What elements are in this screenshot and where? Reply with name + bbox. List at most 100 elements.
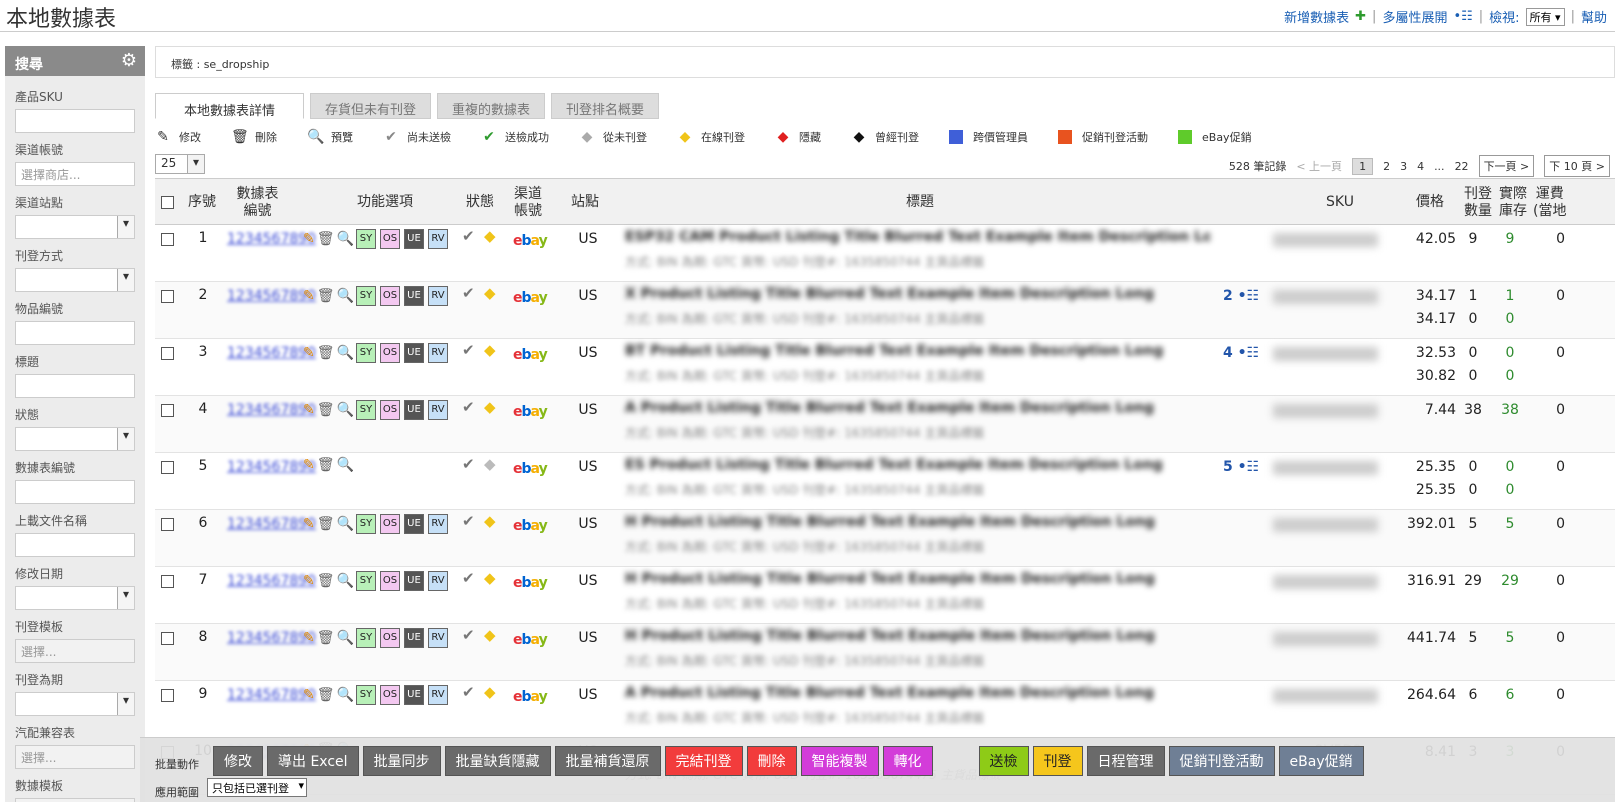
trash-icon[interactable]: 🗑 (317, 402, 335, 418)
sheet-number-link[interactable]: 1234567890 (227, 288, 316, 304)
trash-icon[interactable]: 🗑 (317, 457, 335, 473)
row-checkbox[interactable] (161, 575, 174, 588)
next-10-pages-button[interactable]: 下 10 頁 > (1544, 155, 1610, 177)
page-3[interactable]: 3 (1400, 160, 1407, 173)
magnifier-icon[interactable]: 🔍 (337, 516, 354, 532)
promo-listing-button[interactable]: 促銷刊登活動 (1168, 746, 1275, 776)
field-input[interactable]: 選擇... (15, 798, 135, 802)
trash-icon[interactable]: 🗑 (317, 687, 335, 703)
col-channel[interactable]: 渠道 帳號 (508, 179, 548, 226)
sy-button[interactable]: SY (355, 628, 376, 648)
table-row[interactable]: 2 1234567890 ✎ 🗑 🔍 SY OS UE RV ✔ ◆ ebay US X Pr… (155, 282, 1615, 339)
ue-button[interactable]: UE (403, 343, 424, 363)
os-button[interactable]: OS (379, 343, 400, 363)
os-button[interactable]: OS (379, 571, 400, 591)
batch-oos-hide-button[interactable]: 批量缺貨隱藏 (444, 746, 551, 776)
pencil-icon[interactable]: ✎ (303, 288, 315, 304)
next-page-button[interactable]: 下一頁 > (1478, 155, 1535, 177)
smart-copy-button[interactable]: 智能複製 (800, 746, 879, 776)
batch-restock-button[interactable]: 批量補貨還原 (554, 746, 661, 776)
tab-in-stock-unlisted[interactable]: 存貨但未有刊登 (310, 93, 432, 119)
pencil-icon[interactable]: ✎ (303, 457, 315, 473)
pencil-icon[interactable]: ✎ (303, 630, 315, 646)
magnifier-icon[interactable]: 🔍 (337, 288, 354, 304)
field-input[interactable] (15, 692, 135, 716)
table-row[interactable]: 7 1234567890 ✎ 🗑 🔍 SY OS UE RV ✔ ◆ ebay US H Pr… (155, 567, 1615, 624)
select-all-checkbox[interactable] (160, 196, 174, 209)
os-button[interactable]: OS (379, 229, 400, 249)
os-button[interactable]: OS (379, 628, 400, 648)
export-excel-button[interactable]: 導出 Excel (267, 746, 359, 776)
magnifier-icon[interactable]: 🔍 (337, 345, 354, 361)
page-22[interactable]: 22 (1455, 160, 1469, 173)
field-input[interactable] (15, 533, 135, 557)
multi-expand-link[interactable]: 多屬性展開 (1382, 7, 1447, 26)
batch-sync-button[interactable]: 批量同步 (362, 746, 441, 776)
col-price[interactable]: 價格 (1400, 179, 1460, 226)
magnifier-icon[interactable]: 🔍 (337, 231, 354, 247)
row-checkbox[interactable] (161, 632, 174, 645)
tab-details[interactable]: 本地數據表詳情 (155, 93, 305, 119)
ue-button[interactable]: UE (403, 229, 424, 249)
trash-icon[interactable]: 🗑 (317, 516, 335, 532)
per-page-select[interactable]: 25 (155, 154, 205, 174)
rv-button[interactable]: RV (427, 514, 448, 534)
rv-button[interactable]: RV (427, 400, 448, 420)
field-input[interactable]: 選擇商店... (15, 162, 135, 186)
ue-button[interactable]: UE (403, 571, 424, 591)
table-row[interactable]: 8 1234567890 ✎ 🗑 🔍 SY OS UE RV ✔ ◆ ebay US H Pr… (155, 624, 1615, 681)
row-checkbox[interactable] (161, 518, 174, 531)
sy-button[interactable]: SY (355, 571, 376, 591)
col-shipping[interactable]: 運費 (當地 (1533, 179, 1573, 226)
page-2[interactable]: 2 (1383, 160, 1390, 173)
field-input[interactable] (15, 321, 135, 345)
col-sku[interactable]: SKU (1285, 179, 1395, 226)
field-input[interactable]: 選擇... (15, 745, 135, 769)
row-checkbox[interactable] (161, 461, 174, 474)
gear-icon[interactable]: ⚙ (121, 50, 137, 71)
field-input[interactable]: 選擇... (15, 639, 135, 663)
table-row[interactable]: 5 1234567890 ✎ 🗑 🔍 ✔ ◆ ebay US ES Product List… (155, 453, 1615, 510)
col-sheet-no[interactable]: 數據表 編號 (230, 179, 285, 226)
tab-duplicates[interactable]: 重複的數據表 (437, 93, 546, 119)
sheet-number-link[interactable]: 1234567890 (227, 345, 316, 361)
variation-count[interactable]: 4 •☷ (1223, 345, 1259, 361)
prev-page[interactable]: < 上一頁 (1296, 158, 1342, 174)
trash-icon[interactable]: 🗑 (317, 573, 335, 589)
table-row[interactable]: 6 1234567890 ✎ 🗑 🔍 SY OS UE RV ✔ ◆ ebay US H Pr… (155, 510, 1615, 567)
sheet-number-link[interactable]: 1234567890 (227, 687, 316, 703)
add-sheet-link[interactable]: 新增數據表 (1284, 7, 1349, 26)
field-input[interactable] (15, 374, 135, 398)
col-qty[interactable]: 刊登 數量 (1460, 179, 1496, 226)
rv-button[interactable]: RV (427, 286, 448, 306)
trash-icon[interactable]: 🗑 (317, 231, 335, 247)
tab-ranking[interactable]: 刊登排名概要 (551, 93, 660, 119)
sy-button[interactable]: SY (355, 286, 376, 306)
rv-button[interactable]: RV (427, 571, 448, 591)
page-4[interactable]: 4 (1417, 160, 1424, 173)
col-stock[interactable]: 實際 庫存 (1495, 179, 1531, 226)
sheet-number-link[interactable]: 1234567890 (227, 630, 316, 646)
ue-button[interactable]: UE (403, 400, 424, 420)
variation-count[interactable]: 2 •☷ (1223, 288, 1259, 304)
trash-icon[interactable]: 🗑 (317, 345, 335, 361)
ebay-promo-button[interactable]: eBay促銷 (1278, 746, 1364, 776)
magnifier-icon[interactable]: 🔍 (337, 457, 354, 473)
col-title[interactable]: 標題 (625, 179, 1215, 226)
pencil-icon[interactable]: ✎ (303, 687, 315, 703)
os-button[interactable]: OS (379, 685, 400, 705)
trash-icon[interactable]: 🗑 (317, 288, 335, 304)
row-checkbox[interactable] (161, 689, 174, 702)
variation-count[interactable]: 5 •☷ (1223, 459, 1259, 475)
ue-button[interactable]: UE (403, 286, 424, 306)
check-button[interactable]: 送檢 (978, 746, 1029, 776)
magnifier-icon[interactable]: 🔍 (337, 630, 354, 646)
view-select[interactable]: 所有 ▾ (1525, 7, 1565, 26)
scope-select[interactable]: 只包括已選刊登 (207, 778, 307, 797)
row-checkbox[interactable] (161, 290, 174, 303)
pencil-icon[interactable]: ✎ (303, 231, 315, 247)
table-row[interactable]: 4 1234567890 ✎ 🗑 🔍 SY OS UE RV ✔ ◆ ebay US A Pr… (155, 396, 1615, 453)
rv-button[interactable]: RV (427, 343, 448, 363)
ue-button[interactable]: UE (403, 685, 424, 705)
sy-button[interactable]: SY (355, 343, 376, 363)
